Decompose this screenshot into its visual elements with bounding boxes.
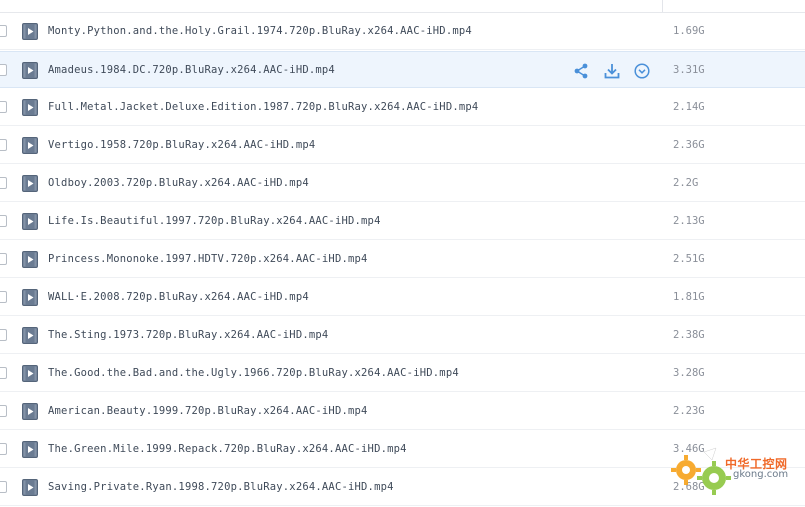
row-checkbox[interactable]: [0, 405, 7, 417]
file-size: 2.23G: [673, 405, 705, 417]
file-row[interactable]: WALL·E.2008.720p.BluRay.x264.AAC-iHD.mp4…: [0, 279, 805, 316]
file-size: 2.14G: [673, 101, 705, 113]
video-file-icon: [22, 23, 38, 40]
row-checkbox[interactable]: [0, 25, 7, 37]
file-row[interactable]: The.Sting.1973.720p.BluRay.x264.AAC-iHD.…: [0, 317, 805, 354]
file-row[interactable]: Vertigo.1958.720p.BluRay.x264.AAC-iHD.mp…: [0, 127, 805, 164]
file-size: 2.2G: [673, 177, 699, 189]
file-size: 2.36G: [673, 139, 705, 151]
file-name[interactable]: The.Green.Mile.1999.Repack.720p.BluRay.x…: [48, 443, 407, 455]
video-file-icon: [22, 175, 38, 192]
file-name[interactable]: Saving.Private.Ryan.1998.720p.BluRay.x26…: [48, 481, 394, 493]
file-size: 1.69G: [673, 25, 705, 37]
file-name[interactable]: Oldboy.2003.720p.BluRay.x264.AAC-iHD.mp4: [48, 177, 309, 189]
row-checkbox[interactable]: [0, 367, 7, 379]
file-name[interactable]: The.Good.the.Bad.and.the.Ugly.1966.720p.…: [48, 367, 459, 379]
file-row[interactable]: Oldboy.2003.720p.BluRay.x264.AAC-iHD.mp4…: [0, 165, 805, 202]
file-size: 2.13G: [673, 215, 705, 227]
row-checkbox[interactable]: [0, 215, 7, 227]
file-row[interactable]: Full.Metal.Jacket.Deluxe.Edition.1987.72…: [0, 89, 805, 126]
file-row[interactable]: Princess.Mononoke.1997.HDTV.720p.x264.AA…: [0, 241, 805, 278]
row-checkbox[interactable]: [0, 329, 7, 341]
file-row[interactable]: American.Beauty.1999.720p.BluRay.x264.AA…: [0, 393, 805, 430]
list-header-strip: [0, 0, 805, 13]
video-file-icon: [22, 99, 38, 116]
row-checkbox[interactable]: [0, 291, 7, 303]
column-separator[interactable]: [662, 0, 663, 12]
share-icon[interactable]: [572, 62, 590, 80]
file-size: 2.51G: [673, 253, 705, 265]
row-checkbox[interactable]: [0, 64, 7, 76]
row-checkbox[interactable]: [0, 101, 7, 113]
file-size: 1.81G: [673, 291, 705, 303]
file-name[interactable]: Vertigo.1958.720p.BluRay.x264.AAC-iHD.mp…: [48, 139, 315, 151]
more-dropdown-icon[interactable]: [633, 62, 651, 80]
file-list: Monty.Python.and.the.Holy.Grail.1974.720…: [0, 0, 805, 507]
video-file-icon: [22, 441, 38, 458]
row-checkbox[interactable]: [0, 481, 7, 493]
video-file-icon: [22, 62, 38, 79]
video-file-icon: [22, 403, 38, 420]
video-file-icon: [22, 327, 38, 344]
video-file-icon: [22, 137, 38, 154]
row-checkbox[interactable]: [0, 253, 7, 265]
file-name[interactable]: Princess.Mononoke.1997.HDTV.720p.x264.AA…: [48, 253, 368, 265]
file-size: 2.38G: [673, 329, 705, 341]
file-name[interactable]: WALL·E.2008.720p.BluRay.x264.AAC-iHD.mp4: [48, 291, 309, 303]
video-file-icon: [22, 251, 38, 268]
file-row[interactable]: Monty.Python.and.the.Holy.Grail.1974.720…: [0, 13, 805, 50]
watermark-text-en: gkong.com: [733, 469, 789, 480]
row-checkbox[interactable]: [0, 177, 7, 189]
video-file-icon: [22, 479, 38, 496]
download-icon[interactable]: [603, 62, 621, 80]
video-file-icon: [22, 365, 38, 382]
file-size: 3.28G: [673, 367, 705, 379]
file-name[interactable]: American.Beauty.1999.720p.BluRay.x264.AA…: [48, 405, 368, 417]
video-file-icon: [22, 289, 38, 306]
file-size: 3.31G: [673, 64, 705, 76]
file-row[interactable]: Life.Is.Beautiful.1997.720p.BluRay.x264.…: [0, 203, 805, 240]
row-checkbox[interactable]: [0, 443, 7, 455]
file-name[interactable]: The.Sting.1973.720p.BluRay.x264.AAC-iHD.…: [48, 329, 328, 341]
row-checkbox[interactable]: [0, 139, 7, 151]
file-row[interactable]: Amadeus.1984.DC.720p.BluRay.x264.AAC-iHD…: [0, 51, 805, 88]
file-name[interactable]: Life.Is.Beautiful.1997.720p.BluRay.x264.…: [48, 215, 381, 227]
file-row[interactable]: The.Good.the.Bad.and.the.Ugly.1966.720p.…: [0, 355, 805, 392]
video-file-icon: [22, 213, 38, 230]
file-name[interactable]: Monty.Python.and.the.Holy.Grail.1974.720…: [48, 25, 472, 37]
file-name[interactable]: Full.Metal.Jacket.Deluxe.Edition.1987.72…: [48, 101, 478, 113]
file-name[interactable]: Amadeus.1984.DC.720p.BluRay.x264.AAC-iHD…: [48, 64, 335, 76]
